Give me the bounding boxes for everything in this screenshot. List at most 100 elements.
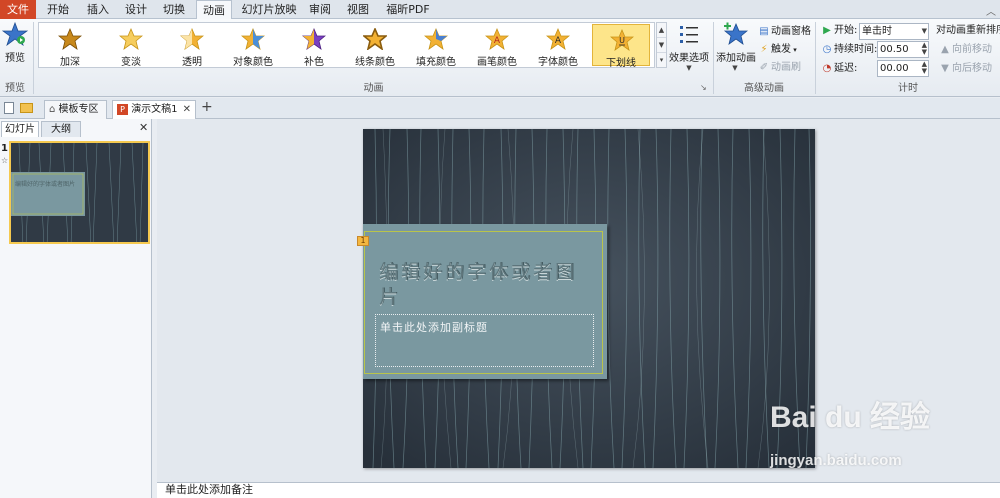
delay-value: 00.00 <box>880 63 909 74</box>
menu-slideshow[interactable]: 幻灯片放映 <box>238 0 300 19</box>
menu-file[interactable]: 文件 <box>0 0 36 19</box>
svg-text:U: U <box>619 36 625 45</box>
move-later-label: 向后移动 <box>952 63 992 74</box>
effect-label: 加深 <box>60 57 80 68</box>
effect-label: 线条颜色 <box>355 57 395 68</box>
watermark-url: jingyan.baidu.com <box>770 452 902 469</box>
delay-input[interactable]: 00.00 ▲ ▼ <box>877 60 929 77</box>
add-animation-icon <box>723 22 749 45</box>
transparency-star-icon <box>180 28 204 50</box>
duration-label-text: 持续时间: <box>834 44 878 55</box>
gallery-up-icon[interactable]: ▲ <box>657 23 666 38</box>
tab-template-label: 模板专区 <box>58 104 99 115</box>
tab-presentation-label: 演示文稿1 <box>131 104 178 115</box>
effect-label: 对象颜色 <box>233 57 273 68</box>
spinner-icon[interactable]: ▲ ▼ <box>922 61 927 75</box>
effect-options-icon <box>680 26 698 43</box>
preview-label: 预览 <box>5 53 25 64</box>
effect-complementary[interactable]: 补色 <box>285 24 343 68</box>
new-document-icon[interactable] <box>4 102 14 114</box>
effect-transparency[interactable]: 透明 <box>163 24 221 68</box>
preview-button[interactable]: 预览 <box>0 21 30 70</box>
close-tab-icon[interactable]: ✕ <box>183 101 191 118</box>
menu-insert[interactable]: 插入 <box>80 0 116 19</box>
start-label: ▶ 开始: <box>820 22 857 39</box>
menu-foxit-pdf[interactable]: 福昕PDF <box>382 0 434 19</box>
spinner-icon[interactable]: ▲ ▼ <box>922 42 927 56</box>
darken-star-icon <box>58 28 82 50</box>
start-play-icon: ▶ <box>823 25 831 36</box>
move-later-icon: ▼ <box>941 63 949 74</box>
duration-label: ◷ 持续时间: <box>820 41 878 58</box>
new-tab-button[interactable]: + <box>201 99 213 116</box>
trigger-button[interactable]: ⚡ 触发 ▾ <box>757 41 796 58</box>
animation-pane-button[interactable]: ▤ 动画窗格 <box>757 23 811 40</box>
slide-number: 1 <box>1 143 8 154</box>
menu-review[interactable]: 审阅 <box>304 0 336 19</box>
effect-label: 填充颜色 <box>416 57 456 68</box>
effect-lighten[interactable]: 变淡 <box>102 24 160 68</box>
effect-object-color[interactable]: 对象颜色 <box>224 24 282 68</box>
start-dropdown[interactable]: 单击时 ▼ <box>859 23 929 40</box>
effect-brush-color[interactable]: A 画笔颜色 <box>468 24 526 68</box>
animation-painter-button[interactable]: ✐ 动画刷 <box>757 59 801 76</box>
effect-options-button[interactable]: 效果选项 ▼ <box>668 22 710 74</box>
move-earlier-button[interactable]: ▲ 向前移动 <box>938 41 992 58</box>
effect-label: 画笔颜色 <box>477 57 517 68</box>
animation-painter-label: 动画刷 <box>771 62 801 73</box>
ribbon-collapse-icon[interactable]: ︿ <box>986 3 996 18</box>
tab-template-zone[interactable]: ⌂ 模板专区 <box>44 100 107 119</box>
preview-group-label: 预览 <box>5 83 25 94</box>
move-later-button[interactable]: ▼ 向后移动 <box>938 60 992 77</box>
trigger-label: 触发 <box>771 44 791 55</box>
animation-order-badge[interactable]: 1 <box>357 236 369 246</box>
menu-transitions[interactable]: 切换 <box>156 0 192 19</box>
tab-slides[interactable]: 幻灯片 <box>1 121 39 137</box>
effect-font-color[interactable]: A 字体颜色 <box>529 24 587 68</box>
dropdown-arrow-icon: ▼ <box>686 64 692 72</box>
effect-darken[interactable]: 加深 <box>41 24 99 68</box>
group-divider <box>33 22 34 94</box>
slide-thumbnail[interactable]: 编辑好的字体或者图片 <box>9 141 150 244</box>
menu-design[interactable]: 设计 <box>118 0 154 19</box>
add-animation-button[interactable]: 添加动画 ▼ <box>716 22 756 77</box>
move-earlier-icon: ▲ <box>941 44 949 55</box>
animation-pane-icon: ▤ <box>759 26 769 37</box>
font-color-star-icon: A <box>546 28 570 50</box>
open-folder-icon[interactable] <box>20 103 33 113</box>
menu-home[interactable]: 开始 <box>40 0 76 19</box>
ribbon: 预览 预览 加深 变淡 透明 对象颜色 补色 线条颜色 填充颜色 A 画笔颜色 … <box>0 19 1000 97</box>
line-color-star-icon <box>363 28 387 50</box>
home-icon: ⌂ <box>49 104 56 115</box>
menu-animations[interactable]: 动画 <box>196 0 232 20</box>
dropdown-arrow-icon: ▼ <box>732 64 738 72</box>
effect-label: 变淡 <box>121 57 141 68</box>
timing-group-label: 计时 <box>898 83 918 94</box>
gallery-down-icon[interactable]: ▼ <box>657 38 666 53</box>
animation-group-label: 动画 <box>363 83 384 94</box>
slide-star-icon: ☆ <box>1 156 9 165</box>
subtitle-placeholder[interactable]: 单击此处添加副标题 <box>375 314 594 367</box>
dialog-launcher-icon[interactable]: ↘ <box>700 83 707 92</box>
duration-input[interactable]: 00.50 ▲ ▼ <box>877 41 929 58</box>
effect-underline[interactable]: U 下划线 <box>592 24 650 69</box>
slide-title-text[interactable]: 编辑好的字体或者图片 <box>379 260 589 310</box>
tab-presentation[interactable]: P 演示文稿1 ✕ <box>112 100 196 119</box>
subtitle-text: 单击此处添加副标题 <box>380 321 488 334</box>
reorder-title: 对动画重新排序 <box>936 25 1000 36</box>
document-tab-strip: ⌂ 模板专区 P 演示文稿1 ✕ + <box>0 98 1000 119</box>
close-panel-icon[interactable]: ✕ <box>139 121 148 134</box>
menu-view[interactable]: 视图 <box>342 0 374 19</box>
gallery-scrollbar[interactable]: ▲ ▼ ▾ <box>656 22 667 68</box>
advanced-group-label: 高级动画 <box>744 83 784 94</box>
trigger-lightning-icon: ⚡ <box>760 44 768 55</box>
gallery-more-icon[interactable]: ▾ <box>657 53 666 68</box>
delay-label: ◔ 延迟: <box>820 60 858 77</box>
title-placeholder[interactable]: 编辑好的字体或者图片 单击此处添加副标题 <box>363 224 607 379</box>
effect-line-color[interactable]: 线条颜色 <box>346 24 404 68</box>
notes-pane[interactable]: 单击此处添加备注 <box>157 482 1000 498</box>
effect-label: 透明 <box>182 57 202 68</box>
start-label-text: 开始: <box>834 25 858 36</box>
effect-fill-color[interactable]: 填充颜色 <box>407 24 465 68</box>
tab-outline[interactable]: 大纲 <box>41 121 81 137</box>
